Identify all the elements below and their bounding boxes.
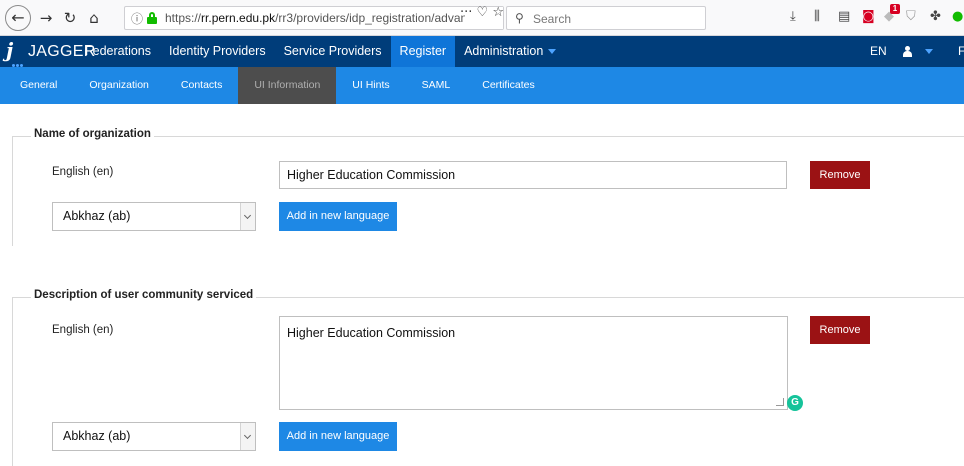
url-bar[interactable]: ⓘ https://rr.pern.edu.pk/rr3/providers/i… xyxy=(124,6,504,30)
nav-administration[interactable]: Administration xyxy=(455,36,565,67)
pocket-icon[interactable]: ◙ xyxy=(862,9,875,24)
remove-button[interactable]: Remove xyxy=(810,161,870,189)
home-icon[interactable]: ⌂ xyxy=(84,8,104,28)
url-text[interactable]: https://rr.pern.edu.pk/rr3/providers/idp… xyxy=(165,11,465,25)
forward-icon[interactable]: → xyxy=(36,8,56,28)
back-icon[interactable]: ← xyxy=(5,5,31,31)
language-label: English (en) xyxy=(52,166,114,178)
add-language-button[interactable]: Add in new language xyxy=(279,422,397,451)
info-icon[interactable]: ⓘ xyxy=(131,10,143,27)
search-input[interactable]: ⚲ Search xyxy=(506,6,706,30)
page-actions-icons[interactable]: ··· ♡ ☆ xyxy=(460,5,504,20)
tab-certificates[interactable]: Certificates xyxy=(466,67,551,104)
tab-ui-hints[interactable]: UI Hints xyxy=(336,67,405,104)
resize-handle[interactable] xyxy=(776,398,784,406)
add-language-button[interactable]: Add in new language xyxy=(279,202,397,231)
chevron-down-icon xyxy=(548,49,557,55)
tab-contacts[interactable]: Contacts xyxy=(165,67,238,104)
notification-badge: 1 xyxy=(890,4,900,14)
sub-nav: General Organization Contacts UI Informa… xyxy=(0,67,964,104)
main-nav: Federations Identity Providers Service P… xyxy=(76,36,565,67)
language-select[interactable]: Abkhaz (ab) xyxy=(52,422,256,451)
chevron-down-icon[interactable] xyxy=(240,423,255,450)
language-switch[interactable]: EN xyxy=(870,36,887,67)
section-legend: Name of organization xyxy=(31,128,154,140)
nav-service-providers[interactable]: Service Providers xyxy=(275,36,391,67)
logo-dots xyxy=(12,56,24,67)
shield-icon[interactable]: ⛉ xyxy=(906,9,916,24)
language-label: English (en) xyxy=(52,324,114,336)
nav-federations[interactable]: Federations xyxy=(76,36,160,67)
library-icon[interactable]: ⫼ xyxy=(814,9,820,24)
nav-identity-providers[interactable]: Identity Providers xyxy=(160,36,275,67)
browser-toolbar: ← → ↻ ⌂ ⓘ https://rr.pern.edu.pk/rr3/pro… xyxy=(0,0,964,36)
description-textarea[interactable]: Higher Education Commission xyxy=(279,316,788,410)
nav-register[interactable]: Register xyxy=(390,36,456,67)
extension-icon[interactable]: ● xyxy=(952,9,963,24)
remove-button[interactable]: Remove xyxy=(810,316,870,344)
org-name-input[interactable]: Higher Education Commission xyxy=(279,161,787,189)
tab-saml[interactable]: SAML xyxy=(406,67,467,104)
cropped-menu-item[interactable]: F xyxy=(958,36,964,67)
search-icon: ⚲ xyxy=(515,11,524,25)
grammar-assist-icon[interactable]: G xyxy=(787,395,803,411)
lock-icon xyxy=(147,12,157,24)
extension-icon[interactable]: ✤ xyxy=(930,9,941,24)
app-header: j JAGGER Federations Identity Providers … xyxy=(0,36,964,67)
search-placeholder: Search xyxy=(533,12,572,26)
tab-general[interactable]: General xyxy=(0,67,73,104)
user-icon[interactable] xyxy=(902,46,912,57)
tab-ui-information[interactable]: UI Information xyxy=(238,67,337,104)
chevron-down-icon[interactable] xyxy=(920,36,933,67)
tab-organization[interactable]: Organization xyxy=(73,67,165,104)
reload-icon[interactable]: ↻ xyxy=(60,8,80,28)
section-legend: Description of user community serviced xyxy=(31,289,257,301)
chevron-down-icon[interactable] xyxy=(240,203,255,230)
reader-icon[interactable]: ▤ xyxy=(838,9,850,24)
download-icon[interactable]: ⤓ xyxy=(790,9,796,24)
language-select[interactable]: Abkhaz (ab) xyxy=(52,202,256,231)
